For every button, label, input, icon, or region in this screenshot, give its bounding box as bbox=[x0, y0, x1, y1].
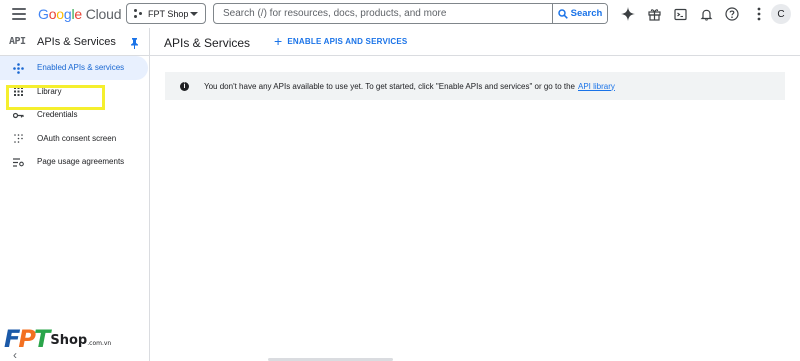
sidebar-item-page-usage[interactable]: Page usage agreements bbox=[0, 150, 149, 174]
plus-icon: + bbox=[274, 33, 283, 49]
diamond-dots-icon bbox=[12, 62, 24, 74]
search-button[interactable]: Search bbox=[552, 4, 607, 23]
pin-icon[interactable] bbox=[130, 36, 139, 54]
search-input[interactable] bbox=[214, 4, 552, 23]
project-picker-button[interactable]: FPT Shop bbox=[126, 3, 206, 24]
library-grid-icon bbox=[12, 86, 24, 98]
avatar-letter: C bbox=[777, 8, 785, 20]
fptshop-watermark-logo: FPT Shop .com.vn bbox=[4, 327, 111, 351]
api-library-link[interactable]: API library bbox=[578, 82, 615, 91]
collapse-sidebar-icon[interactable]: ‹ bbox=[13, 349, 17, 361]
domain-logo-text: .com.vn bbox=[87, 340, 112, 347]
sidebar-item-library[interactable]: Library bbox=[0, 80, 149, 104]
sidebar-item-oauth-consent[interactable]: OAuth consent screen bbox=[0, 127, 149, 151]
enable-apis-button[interactable]: + ENABLE APIS AND SERVICES bbox=[274, 33, 408, 49]
api-logo-icon: API bbox=[9, 36, 26, 47]
key-icon bbox=[12, 109, 24, 121]
section-title: APIs & Services bbox=[37, 36, 116, 48]
sidebar-nav: Enabled APIs & services Library Credenti… bbox=[0, 56, 149, 174]
main-menu-icon[interactable] bbox=[11, 6, 27, 22]
sidebar-item-label: Library bbox=[37, 86, 62, 96]
project-name: FPT Shop bbox=[148, 8, 189, 19]
sidebar-item-enabled-apis[interactable]: Enabled APIs & services bbox=[0, 56, 148, 80]
gift-icon[interactable] bbox=[646, 6, 662, 22]
top-bar: Google Cloud FPT Shop Search C bbox=[0, 0, 800, 28]
sidebar-item-label: OAuth consent screen bbox=[37, 133, 117, 143]
fpt-logo-text: FPT bbox=[4, 325, 50, 353]
search-bar: Search bbox=[213, 3, 608, 24]
notifications-bell-icon[interactable] bbox=[698, 6, 714, 22]
dotted-grid-icon bbox=[12, 133, 24, 145]
account-avatar[interactable]: C bbox=[771, 4, 791, 24]
google-cloud-logo[interactable]: Google Cloud bbox=[38, 6, 121, 22]
settings-list-icon bbox=[12, 156, 24, 168]
info-icon: i bbox=[180, 81, 189, 91]
help-question-icon[interactable] bbox=[724, 6, 740, 22]
sidebar-item-label: Credentials bbox=[37, 110, 78, 120]
sub-header: API APIs & Services APIs & Services + EN… bbox=[0, 28, 800, 56]
search-icon bbox=[557, 8, 568, 19]
page-title: APIs & Services bbox=[164, 36, 251, 50]
chevron-down-icon bbox=[190, 11, 198, 16]
sidebar-item-credentials[interactable]: Credentials bbox=[0, 103, 149, 127]
search-button-label: Search bbox=[570, 8, 603, 19]
notice-text: You don't have any APIs available to use… bbox=[204, 81, 575, 91]
shop-logo-text: Shop bbox=[50, 333, 88, 348]
more-vert-icon[interactable] bbox=[751, 6, 767, 22]
project-dots-icon bbox=[134, 9, 143, 18]
gemini-sparkle-icon[interactable] bbox=[620, 6, 636, 22]
cloud-shell-terminal-icon[interactable] bbox=[672, 6, 688, 22]
no-apis-notice: i You don't have any APIs available to u… bbox=[165, 72, 785, 100]
sidebar-divider bbox=[149, 28, 150, 361]
sidebar-item-label: Page usage agreements bbox=[37, 157, 125, 167]
enable-apis-label: ENABLE APIS AND SERVICES bbox=[287, 36, 408, 46]
sidebar-item-label: Enabled APIs & services bbox=[37, 63, 125, 73]
